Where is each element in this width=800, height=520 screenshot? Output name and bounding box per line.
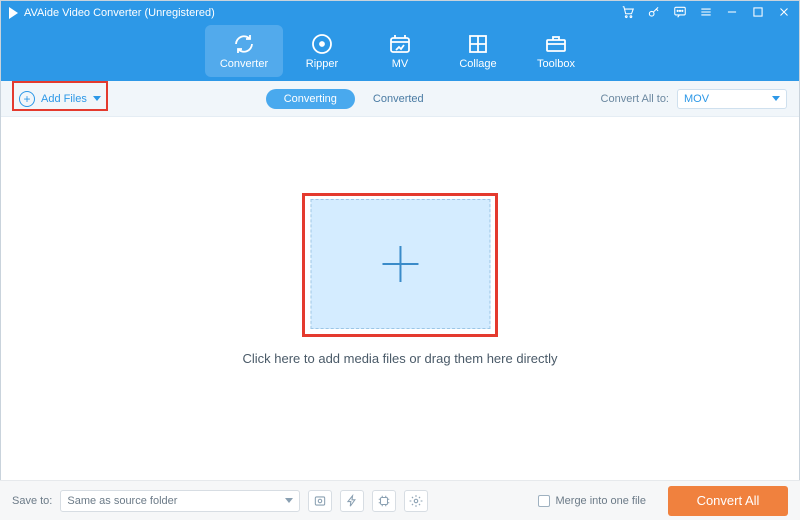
merge-checkbox[interactable]: Merge into one file: [538, 495, 647, 507]
nav-collage[interactable]: Collage: [439, 25, 517, 77]
checkbox-icon: [538, 495, 550, 507]
gpu-button[interactable]: [372, 490, 396, 512]
app-logo-icon: [9, 7, 18, 19]
cart-icon[interactable]: [621, 5, 635, 22]
save-to-select[interactable]: Same as source folder: [60, 490, 300, 512]
window-title: AVAide Video Converter (Unregistered): [24, 7, 621, 19]
drop-zone[interactable]: [310, 199, 490, 329]
converter-icon: [232, 33, 256, 55]
speed-button[interactable]: [340, 490, 364, 512]
nav-label: Toolbox: [537, 58, 575, 70]
output-format-value: MOV: [684, 93, 709, 105]
nav-label: MV: [392, 58, 409, 70]
output-format-select[interactable]: MOV: [677, 89, 787, 109]
drop-hint: Click here to add media files or drag th…: [242, 351, 557, 366]
minimize-icon[interactable]: [725, 5, 739, 22]
titlebar: AVAide Video Converter (Unregistered): [1, 1, 799, 25]
key-icon[interactable]: [647, 5, 661, 22]
settings-button[interactable]: [404, 490, 428, 512]
toolbox-icon: [544, 33, 568, 55]
merge-label: Merge into one file: [556, 495, 647, 507]
add-files-label: Add Files: [41, 93, 87, 105]
chevron-down-icon: [772, 96, 780, 101]
maximize-icon[interactable]: [751, 5, 765, 22]
feedback-icon[interactable]: [673, 5, 687, 22]
tab-converting[interactable]: Converting: [266, 89, 355, 109]
menu-icon[interactable]: [699, 5, 713, 22]
content-area: Click here to add media files or drag th…: [1, 117, 799, 479]
collage-icon: [466, 33, 490, 55]
nav-label: Collage: [459, 58, 496, 70]
open-folder-button[interactable]: [308, 490, 332, 512]
bottom-bar: Save to: Same as source folder Merge int…: [0, 480, 800, 520]
nav-mv[interactable]: MV: [361, 25, 439, 77]
nav-converter[interactable]: Converter: [205, 25, 283, 77]
chevron-down-icon: [93, 96, 101, 101]
sub-bar: + Add Files Converting Converted Convert…: [1, 81, 799, 117]
mv-icon: [388, 33, 412, 55]
nav-ripper[interactable]: Ripper: [283, 25, 361, 77]
ripper-icon: [310, 33, 334, 55]
nav-toolbox[interactable]: Toolbox: [517, 25, 595, 77]
chevron-down-icon: [285, 498, 293, 503]
plus-icon: [382, 246, 418, 282]
convert-all-to: Convert All to: MOV: [601, 89, 787, 109]
close-icon[interactable]: [777, 5, 791, 22]
convert-all-label: Convert All to:: [601, 93, 669, 105]
convert-all-button[interactable]: Convert All: [668, 486, 788, 516]
save-to-label: Save to:: [12, 495, 52, 507]
status-tabs: Converting Converted: [107, 89, 601, 109]
save-to-value: Same as source folder: [67, 495, 177, 507]
plus-circle-icon: +: [19, 91, 35, 107]
add-files-button[interactable]: + Add Files: [13, 87, 107, 111]
nav-label: Ripper: [306, 58, 338, 70]
main-nav: Converter Ripper MV Collage Toolbox: [1, 25, 799, 81]
tab-converted[interactable]: Converted: [355, 89, 442, 109]
nav-label: Converter: [220, 58, 268, 70]
